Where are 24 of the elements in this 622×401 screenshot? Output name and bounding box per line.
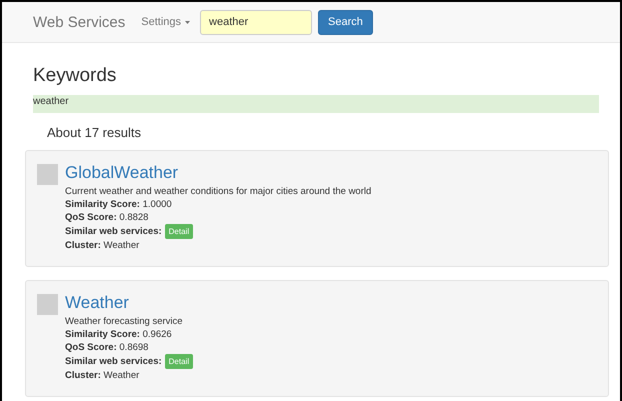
- service-title-link[interactable]: GlobalWeather: [65, 163, 372, 182]
- field-line: Cluster: Weather: [65, 239, 140, 252]
- field-line: QoS Score: 0.8828: [65, 211, 148, 224]
- settings-menu[interactable]: Settings: [141, 16, 190, 28]
- service-description: Current weather and weather conditions for major cities around the world: [65, 185, 372, 198]
- field-label: Similar web services:: [65, 355, 162, 369]
- field-label: Similar web services:: [65, 225, 162, 239]
- search-field[interactable]: weather: [200, 10, 312, 34]
- detail-button[interactable]: Detail: [164, 354, 194, 369]
- field-line: QoS Score: 0.8698: [65, 341, 148, 354]
- field-line: Similarity Score: 0.9626: [65, 328, 172, 341]
- service-title-link[interactable]: Weather: [65, 293, 194, 312]
- caret-icon: [185, 20, 190, 24]
- image-placeholder-icon: [37, 164, 58, 185]
- brand-title[interactable]: Web Services: [33, 14, 126, 30]
- keywords-bar: weather: [33, 95, 599, 113]
- result-count: About 17 results: [47, 125, 142, 140]
- field-line: Cluster: Weather: [65, 369, 140, 382]
- search-button[interactable]: Search: [318, 10, 373, 34]
- service-description: Weather forecasting service: [65, 315, 184, 328]
- field-line: Similarity Score: 1.0000: [65, 198, 172, 211]
- keywords-heading: Keywords: [33, 65, 118, 87]
- image-placeholder-icon: [37, 294, 58, 315]
- detail-button[interactable]: Detail: [164, 224, 194, 239]
